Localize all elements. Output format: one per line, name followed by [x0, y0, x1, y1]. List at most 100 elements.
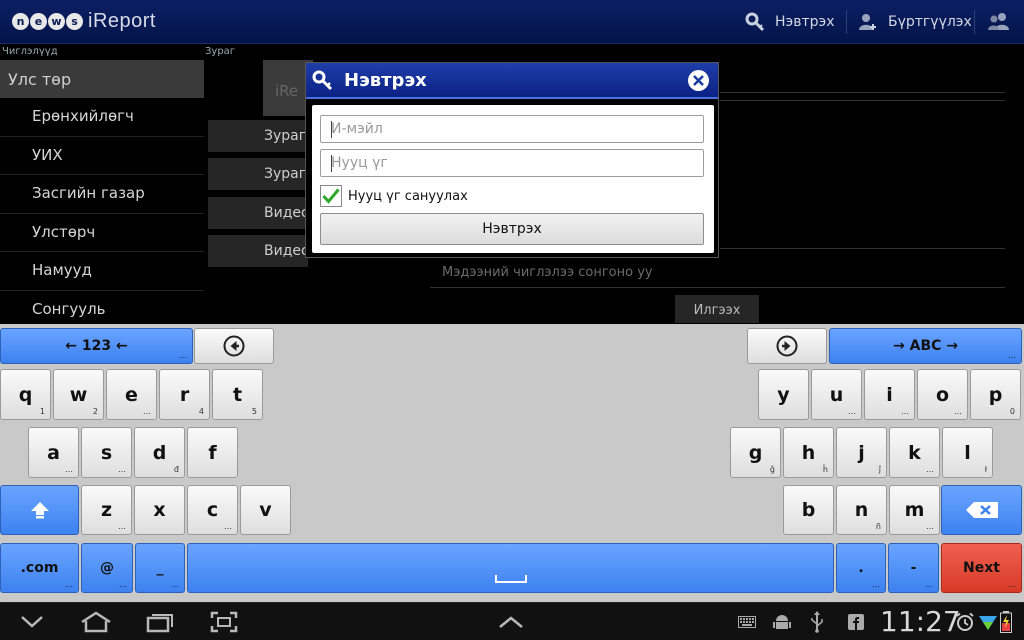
usb-icon — [811, 611, 823, 633]
app-logo[interactable]: news iReport — [12, 10, 156, 33]
recent-apps-icon[interactable] — [146, 611, 174, 633]
underscore-label: _ — [156, 560, 164, 576]
key-n[interactable]: nñ — [836, 485, 887, 535]
category-item[interactable]: Улстөрч — [0, 214, 204, 252]
status-clock[interactable]: 11:27 — [880, 605, 961, 638]
key-w[interactable]: w2 — [53, 369, 104, 420]
mode-123-label: ← 123 ← — [65, 338, 128, 354]
chevron-up-icon[interactable] — [498, 615, 524, 629]
key-h[interactable]: hĥ — [783, 427, 834, 478]
remember-password-row[interactable]: Нууц үг сануулах — [320, 185, 468, 207]
shift-arrow-icon — [30, 502, 49, 519]
shift-key[interactable] — [0, 485, 79, 535]
key-label: n — [854, 499, 869, 521]
key-q[interactable]: q1 — [0, 369, 51, 420]
key-label: v — [259, 499, 272, 521]
key-o[interactable]: o… — [917, 369, 968, 420]
key-k[interactable]: k… — [889, 427, 940, 478]
profile-action[interactable] — [988, 12, 1010, 32]
key-a[interactable]: a… — [28, 427, 79, 478]
screen: news iReport Нэвтрэх Бүртгүүлэх Чиглэлүү… — [0, 0, 1024, 640]
category-group-header[interactable]: Улс төр — [0, 60, 204, 98]
key-c[interactable]: c… — [187, 485, 238, 535]
key-hint: 1 — [39, 407, 45, 416]
register-label: Бүртгүүлэх — [888, 14, 972, 30]
key-r[interactable]: r4 — [159, 369, 210, 420]
at-key[interactable]: @ … — [81, 543, 133, 593]
dot-key[interactable]: . … — [836, 543, 886, 593]
register-action[interactable]: Бүртгүүлэх — [858, 12, 972, 32]
mode-123-key[interactable]: ← 123 ← … — [0, 328, 193, 364]
key-icon — [745, 12, 765, 32]
key-l[interactable]: lł — [942, 427, 993, 478]
dialog-title-bar: Нэвтрэх — [306, 63, 718, 99]
key-hint: … — [224, 522, 232, 531]
wifi-signal-icon — [979, 616, 997, 630]
backspace-key[interactable] — [941, 485, 1022, 535]
next-key[interactable]: Next … — [941, 543, 1022, 593]
mode-abc-key[interactable]: → ABC → … — [829, 328, 1022, 364]
key-hint: … — [1008, 580, 1016, 589]
remember-password-checkbox[interactable] — [320, 185, 342, 207]
key-g[interactable]: gĝ — [730, 427, 781, 478]
logo-badge: n — [12, 13, 29, 30]
key-t[interactable]: t5 — [212, 369, 263, 420]
image-section-label: Зураг — [205, 46, 236, 57]
login-dialog: Нэвтрэх И-мэйл Нууц үг Нууц үг сануулах … — [305, 62, 719, 258]
add-video-button[interactable]: Видео — [208, 235, 310, 267]
key-label: b — [801, 499, 816, 521]
login-action[interactable]: Нэвтрэх — [745, 12, 834, 32]
key-i[interactable]: i… — [864, 369, 915, 420]
send-button[interactable]: Илгээх — [675, 295, 759, 323]
space-key[interactable] — [187, 543, 834, 593]
key-z[interactable]: z… — [81, 485, 132, 535]
key-e[interactable]: e… — [106, 369, 157, 420]
key-d[interactable]: dđ — [134, 427, 185, 478]
key-hint: … — [65, 465, 73, 474]
dash-label: - — [910, 560, 917, 576]
add-video-button[interactable]: Видео — [208, 197, 310, 229]
close-button[interactable] — [688, 70, 709, 91]
category-select[interactable]: Мэдээний чиглэлээ сонгоно уу — [442, 265, 653, 280]
category-item[interactable]: УИХ — [0, 137, 204, 175]
email-field[interactable]: И-мэйл — [320, 115, 704, 143]
key-hint: … — [143, 407, 151, 416]
news-logo-badges: news — [12, 13, 84, 30]
key-m[interactable]: m… — [889, 485, 940, 535]
key-label: x — [153, 499, 166, 521]
space-bar-icon — [494, 575, 527, 583]
key-b[interactable]: b — [783, 485, 834, 535]
key-label: p — [988, 383, 1003, 406]
dot-com-key[interactable]: .com … — [0, 543, 79, 593]
key-f[interactable]: f — [187, 427, 238, 478]
category-item[interactable]: Засгийн газар — [0, 175, 204, 214]
arrow-left-circle-icon — [223, 335, 245, 357]
add-image-button[interactable]: Зураг — [208, 120, 308, 152]
key-s[interactable]: s… — [81, 427, 132, 478]
add-image-button[interactable]: Зураг — [208, 158, 308, 190]
category-item[interactable]: Ерөнхийлөгч — [0, 98, 204, 137]
key-v[interactable]: v — [240, 485, 291, 535]
cursor-left-key[interactable] — [194, 328, 274, 364]
close-icon — [693, 75, 704, 86]
key-p[interactable]: p0 — [970, 369, 1021, 420]
login-submit-button[interactable]: Нэвтрэх — [320, 213, 704, 245]
password-field[interactable]: Нууц үг — [320, 149, 704, 177]
back-chevron-icon[interactable] — [20, 615, 44, 629]
key-hint: … — [1008, 351, 1016, 360]
field-underline — [430, 287, 1005, 288]
key-label: j — [858, 441, 865, 464]
key-label: y — [777, 383, 790, 406]
key-j[interactable]: jĵ — [836, 427, 887, 478]
category-item[interactable]: Намууд — [0, 252, 204, 291]
thumbnail-text: iRe — [275, 82, 299, 100]
dash-key[interactable]: - … — [888, 543, 939, 593]
cursor-right-key[interactable] — [747, 328, 827, 364]
screenshot-icon[interactable] — [210, 611, 238, 633]
users-icon — [988, 13, 1009, 30]
underscore-key[interactable]: _ … — [135, 543, 185, 593]
key-y[interactable]: y — [758, 369, 809, 420]
key-x[interactable]: x — [134, 485, 185, 535]
key-u[interactable]: u… — [811, 369, 862, 420]
home-icon[interactable] — [80, 611, 112, 633]
